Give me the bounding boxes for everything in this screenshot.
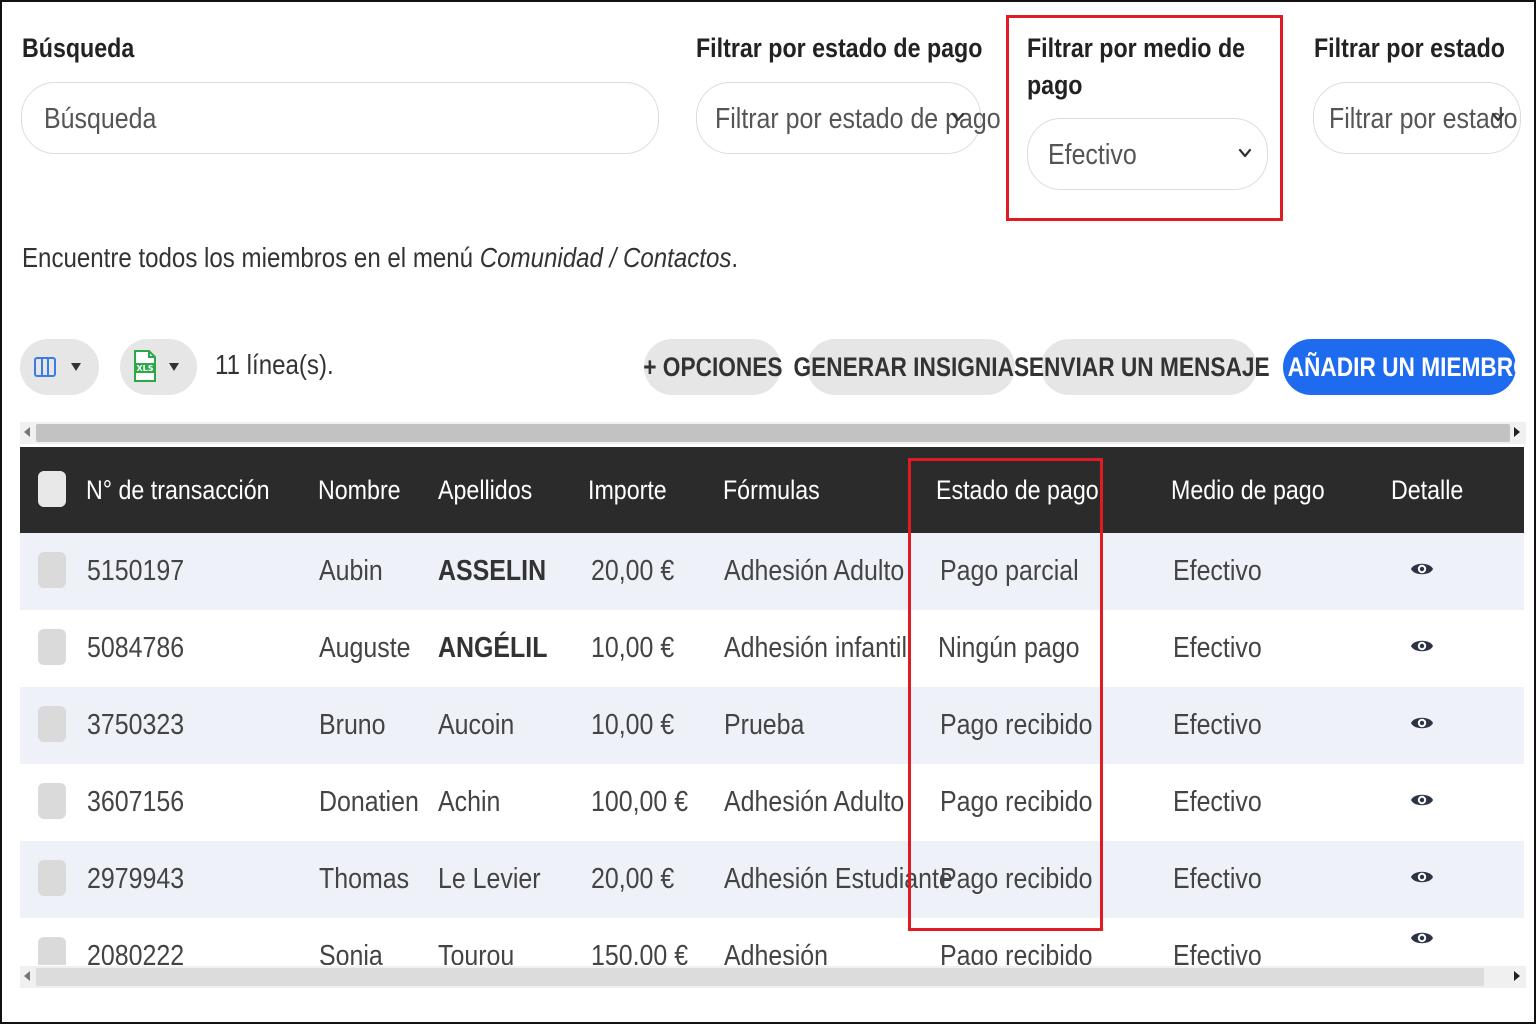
first-name: Donatien: [319, 786, 419, 818]
payment-status-filter-select[interactable]: Filtrar por estado de pago: [696, 82, 1001, 154]
table-header: N° de transacción Nombre Apellidos Impor…: [20, 447, 1524, 533]
row-checkbox[interactable]: [38, 629, 66, 665]
column-header[interactable]: Fórmulas: [723, 447, 820, 533]
horizontal-scrollbar-top[interactable]: [20, 422, 1526, 444]
columns-dropdown-button[interactable]: [20, 339, 99, 395]
eye-icon[interactable]: [1410, 926, 1434, 950]
search-label: Búsqueda: [22, 33, 135, 63]
row-count: 11 línea(s).: [215, 349, 334, 380]
caret-down-icon: [71, 363, 81, 371]
caret-down-icon: [169, 363, 179, 371]
last-name: Aucoin: [438, 709, 515, 741]
search-input[interactable]: Búsqueda: [21, 82, 659, 154]
transaction-number: 5150197: [87, 555, 185, 587]
row-checkbox[interactable]: [38, 937, 66, 965]
table-row[interactable]: 2979943 Thomas Le Levier 20,00 € Adhesió…: [20, 841, 1524, 918]
payment-status-highlight: [908, 458, 1103, 931]
last-name: ASSELIN: [438, 555, 547, 587]
eye-icon[interactable]: [1410, 788, 1434, 812]
eye-icon[interactable]: [1410, 634, 1434, 658]
column-header[interactable]: Apellidos: [438, 447, 532, 533]
scrollbar-thumb[interactable]: [36, 968, 1484, 986]
generate-badges-button[interactable]: GENERAR INSIGNIAS: [793, 339, 1029, 395]
column-header[interactable]: Nombre: [318, 447, 401, 533]
table-body: 5150197 Aubin ASSELIN 20,00 € Adhesión A…: [20, 533, 1524, 965]
first-name: Sonia: [319, 940, 383, 965]
transaction-number: 3750323: [87, 709, 185, 741]
amount: 100,00 €: [591, 786, 689, 818]
eye-icon[interactable]: [1410, 865, 1434, 889]
transaction-number: 5084786: [87, 632, 185, 664]
eye-icon[interactable]: [1410, 557, 1434, 581]
payment-method: Efectivo: [1173, 709, 1262, 741]
amount: 10,00 €: [591, 632, 675, 664]
chevron-down-icon: [951, 112, 965, 122]
eye-icon[interactable]: [1410, 711, 1434, 735]
table-row[interactable]: 5150197 Aubin ASSELIN 20,00 € Adhesión A…: [20, 533, 1524, 610]
first-name: Bruno: [319, 709, 386, 741]
row-checkbox[interactable]: [38, 783, 66, 819]
last-name: Achin: [438, 786, 501, 818]
formula: Adhesión infantil: [724, 632, 908, 664]
transaction-number: 2080222: [87, 940, 185, 965]
formula: Adhesión Adulto: [724, 555, 905, 587]
row-checkbox[interactable]: [38, 706, 66, 742]
scroll-right-icon[interactable]: [1514, 427, 1520, 437]
column-header[interactable]: Importe: [588, 447, 667, 533]
row-checkbox[interactable]: [38, 860, 66, 896]
status-filter-label: Filtrar por estado: [1314, 33, 1505, 63]
table-row[interactable]: 3750323 Bruno Aucoin 10,00 € Prueba Pago…: [20, 687, 1524, 764]
svg-text:XLS: XLS: [136, 364, 153, 373]
scroll-right-icon[interactable]: [1514, 971, 1520, 981]
search-placeholder: Búsqueda: [44, 103, 157, 135]
options-button[interactable]: + OPCIONES: [643, 339, 782, 395]
excel-file-icon: XLS: [134, 350, 156, 382]
table-row[interactable]: 2080222 Sonia Tourou 150,00 € Adhesión P…: [20, 918, 1524, 965]
formula: Adhesión: [724, 940, 829, 965]
payment-status-filter-label: Filtrar por estado de pago: [696, 33, 983, 63]
transaction-number: 2979943: [87, 863, 185, 895]
column-header[interactable]: Medio de pago: [1171, 447, 1325, 533]
last-name: ANGÉLIL: [438, 632, 548, 664]
transaction-number: 3607156: [87, 786, 185, 818]
formula: Prueba: [724, 709, 805, 741]
formula: Adhesión Adulto: [724, 786, 905, 818]
first-name: Thomas: [319, 863, 410, 895]
table-row[interactable]: 5084786 Auguste ANGÉLIL 10,00 € Adhesión…: [20, 610, 1524, 687]
payment-method-highlight: [1006, 15, 1283, 221]
select-all-checkbox[interactable]: [38, 471, 66, 507]
status-filter-select[interactable]: Filtrar por estado: [1313, 82, 1521, 154]
payment-method: Efectivo: [1173, 632, 1262, 664]
column-header[interactable]: Detalle: [1391, 447, 1463, 533]
scroll-left-icon[interactable]: [24, 971, 30, 981]
first-name: Aubin: [319, 555, 383, 587]
table-row[interactable]: 3607156 Donatien Achin 100,00 € Adhesión…: [20, 764, 1524, 841]
last-name: Le Levier: [438, 863, 541, 895]
contacts-menu-path: Comunidad / Contactos: [479, 242, 732, 273]
payment-method: Efectivo: [1173, 863, 1262, 895]
payment-method: Efectivo: [1173, 786, 1262, 818]
horizontal-scrollbar-bottom[interactable]: [20, 966, 1526, 988]
payment-method: Efectivo: [1173, 940, 1262, 965]
row-checkbox[interactable]: [38, 552, 66, 588]
amount: 150,00 €: [591, 940, 689, 965]
columns-icon: [34, 357, 56, 377]
add-member-button[interactable]: + AÑADIR UN MIEMBRO: [1269, 339, 1530, 395]
first-name: Auguste: [319, 632, 411, 664]
amount: 20,00 €: [591, 555, 675, 587]
scroll-left-icon[interactable]: [24, 427, 30, 437]
chevron-down-icon: [1491, 112, 1505, 122]
scrollbar-thumb[interactable]: [36, 424, 1510, 442]
send-message-button[interactable]: ENVIAR UN MENSAJE: [1029, 339, 1269, 395]
last-name: Tourou: [438, 940, 515, 965]
amount: 20,00 €: [591, 863, 675, 895]
column-header[interactable]: N° de transacción: [86, 447, 270, 533]
payment-method: Efectivo: [1173, 555, 1262, 587]
contacts-note: Encuentre todos los miembros en el menú …: [22, 242, 739, 273]
export-dropdown-button[interactable]: XLS: [120, 339, 197, 395]
amount: 10,00 €: [591, 709, 675, 741]
